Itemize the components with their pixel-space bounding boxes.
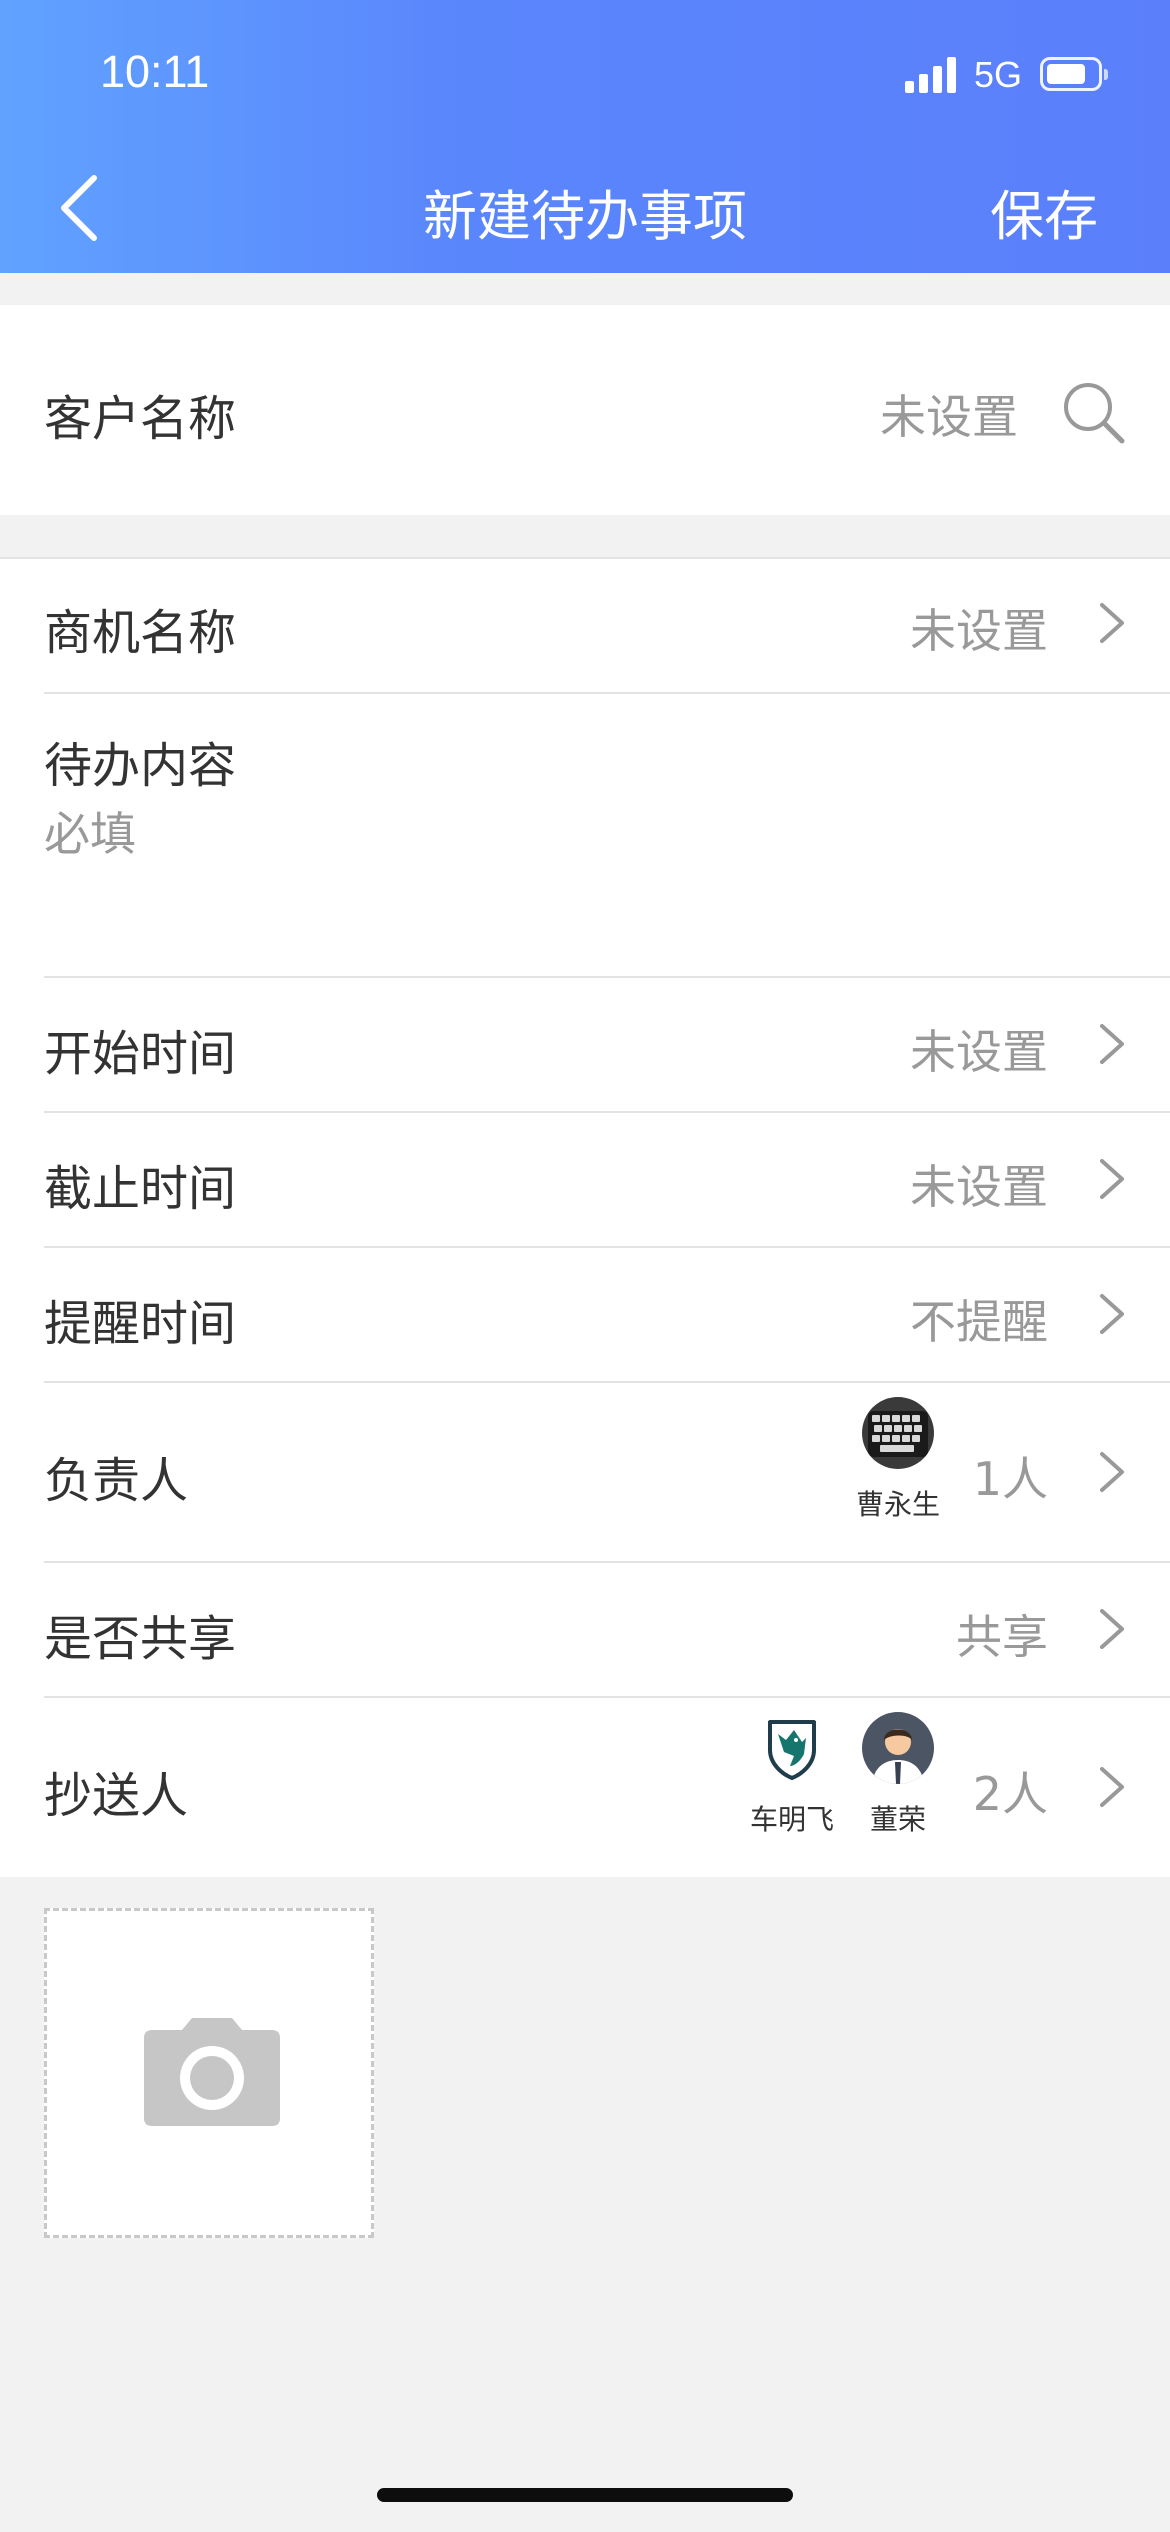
end-time-value: 未设置 xyxy=(910,1160,1048,1214)
save-button[interactable]: 保存 xyxy=(990,172,1098,251)
nav-header: 10:11 5G 新建待办事项 保存 xyxy=(0,0,1170,273)
keyboard-avatar-icon xyxy=(862,1397,934,1469)
add-photo-button[interactable] xyxy=(44,1908,374,2238)
start-time-label: 开始时间 xyxy=(44,1026,237,1082)
wolf-shield-avatar-icon xyxy=(768,1720,816,1781)
todo-content-label: 待办内容 xyxy=(44,738,237,794)
battery-icon xyxy=(1040,57,1108,91)
opportunity-row[interactable]: 商机名称 未设置 xyxy=(0,557,1170,692)
opportunity-label: 商机名称 xyxy=(44,605,237,661)
reminder-row[interactable]: 提醒时间 不提醒 xyxy=(0,1248,1170,1381)
person-avatar-icon xyxy=(862,1712,934,1784)
start-time-value: 未设置 xyxy=(910,1025,1048,1079)
avatar xyxy=(862,1397,934,1469)
signal-icon xyxy=(905,57,960,93)
customer-label: 客户名称 xyxy=(44,391,237,447)
todo-content-row[interactable]: 待办内容 必填 xyxy=(0,694,1170,977)
end-time-row[interactable]: 截止时间 未设置 xyxy=(0,1113,1170,1246)
reminder-label: 提醒时间 xyxy=(44,1296,237,1352)
owner-count: 1人 xyxy=(972,1452,1048,1506)
opportunity-value: 未设置 xyxy=(910,604,1048,658)
owner-name: 曹永生 xyxy=(855,1488,940,1521)
camera-icon xyxy=(144,2018,280,2126)
avatar xyxy=(862,1712,934,1784)
share-row[interactable]: 是否共享 共享 xyxy=(0,1563,1170,1696)
chevron-right-icon xyxy=(1100,1452,1124,1492)
cc-row[interactable]: 抄送人 车明飞 董荣 2人 xyxy=(0,1698,1170,1877)
owner-label: 负责人 xyxy=(44,1453,189,1509)
chevron-right-icon xyxy=(1100,603,1124,643)
cc-name-2: 董荣 xyxy=(869,1803,926,1836)
share-label: 是否共享 xyxy=(44,1611,237,1667)
cc-count: 2人 xyxy=(972,1767,1048,1821)
chevron-right-icon xyxy=(1100,1159,1124,1199)
customer-row[interactable]: 客户名称 未设置 xyxy=(0,305,1170,515)
start-time-row[interactable]: 开始时间 未设置 xyxy=(0,978,1170,1111)
chevron-right-icon xyxy=(1100,1767,1124,1807)
form-card: 商机名称 未设置 待办内容 必填 开始时间 未设置 截止时间 未设置 提醒时间 … xyxy=(0,557,1170,1877)
cc-label: 抄送人 xyxy=(44,1768,189,1824)
owner-row[interactable]: 负责人 曹永生 1人 xyxy=(0,1383,1170,1561)
share-value: 共享 xyxy=(956,1610,1048,1664)
todo-content-input[interactable]: 必填 xyxy=(44,798,136,864)
chevron-right-icon xyxy=(1100,1024,1124,1064)
chevron-right-icon xyxy=(1100,1609,1124,1649)
home-indicator[interactable] xyxy=(377,2488,793,2502)
chevron-right-icon xyxy=(1100,1294,1124,1334)
customer-value: 未设置 xyxy=(880,390,1018,444)
avatar xyxy=(756,1712,828,1784)
network-label: 5G xyxy=(974,54,1023,95)
end-time-label: 截止时间 xyxy=(44,1161,237,1217)
status-time: 10:11 xyxy=(100,46,210,97)
search-icon[interactable] xyxy=(1060,379,1126,445)
reminder-value: 不提醒 xyxy=(910,1295,1048,1349)
customer-card: 客户名称 未设置 xyxy=(0,305,1170,515)
